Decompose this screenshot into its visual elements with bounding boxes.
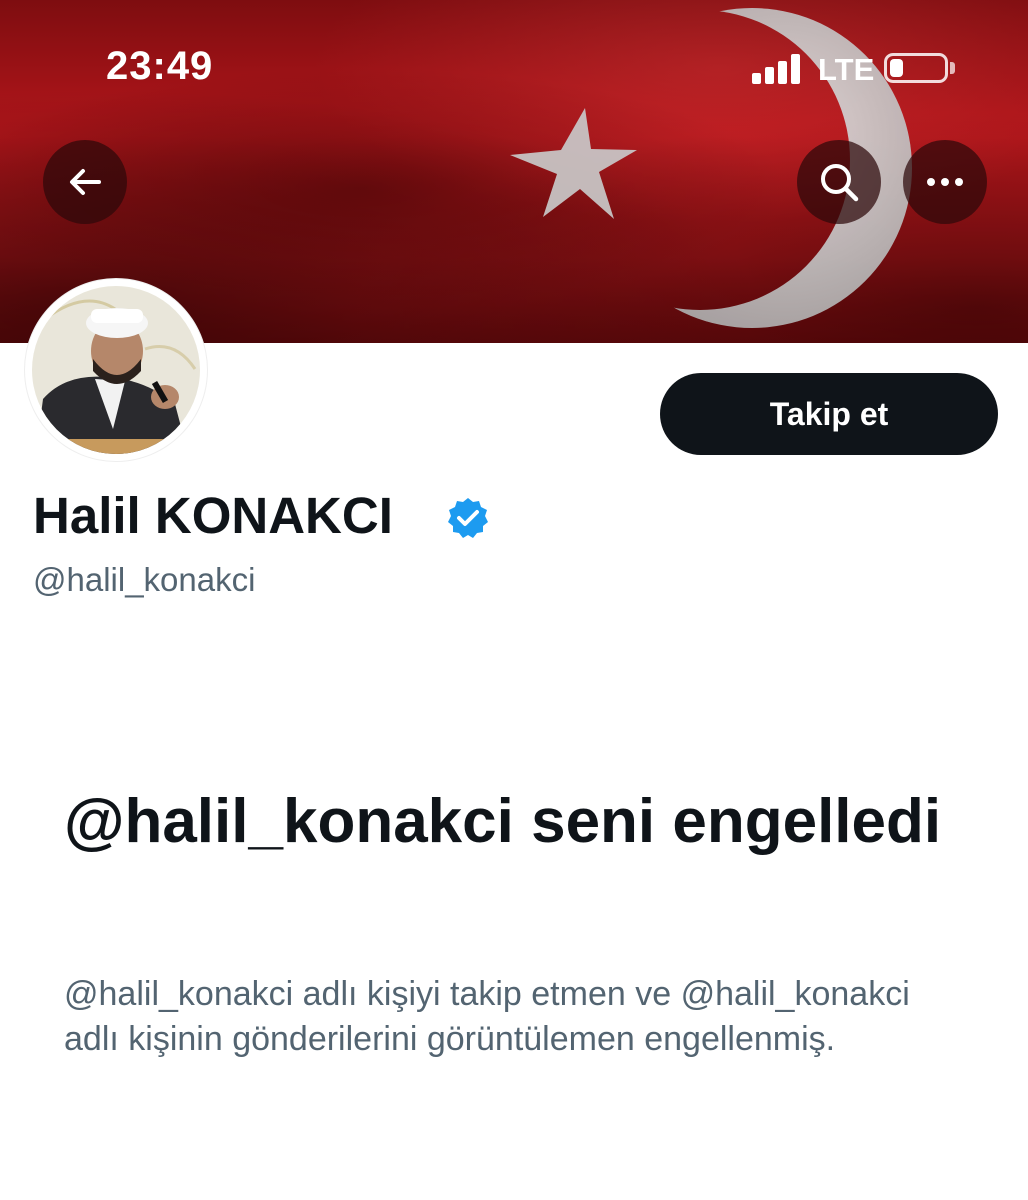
search-button[interactable] xyxy=(797,140,881,224)
battery-icon xyxy=(884,53,948,83)
status-time: 23:49 xyxy=(106,44,214,88)
network-type: LTE xyxy=(818,52,875,87)
battery-level xyxy=(890,59,903,77)
avatar[interactable] xyxy=(25,279,207,461)
profile-handle: @halil_konakci xyxy=(33,561,256,598)
more-horizontal-icon xyxy=(927,178,963,186)
verified-badge-icon xyxy=(448,498,488,538)
more-options-button[interactable] xyxy=(903,140,987,224)
blocked-title: @halil_konakci seni engelledi xyxy=(64,787,942,856)
signal-strength-icon xyxy=(752,54,804,84)
back-button[interactable] xyxy=(43,140,127,224)
arrow-left-icon xyxy=(70,169,101,195)
battery-tip xyxy=(950,62,955,74)
search-icon xyxy=(821,164,859,202)
blocked-description: @halil_konakci adlı kişiyi takip etmen v… xyxy=(64,975,910,1058)
follow-button[interactable]: Takip et xyxy=(660,373,998,455)
display-name: Halil KONAKCI xyxy=(33,487,393,544)
avatar-photo xyxy=(32,286,200,454)
